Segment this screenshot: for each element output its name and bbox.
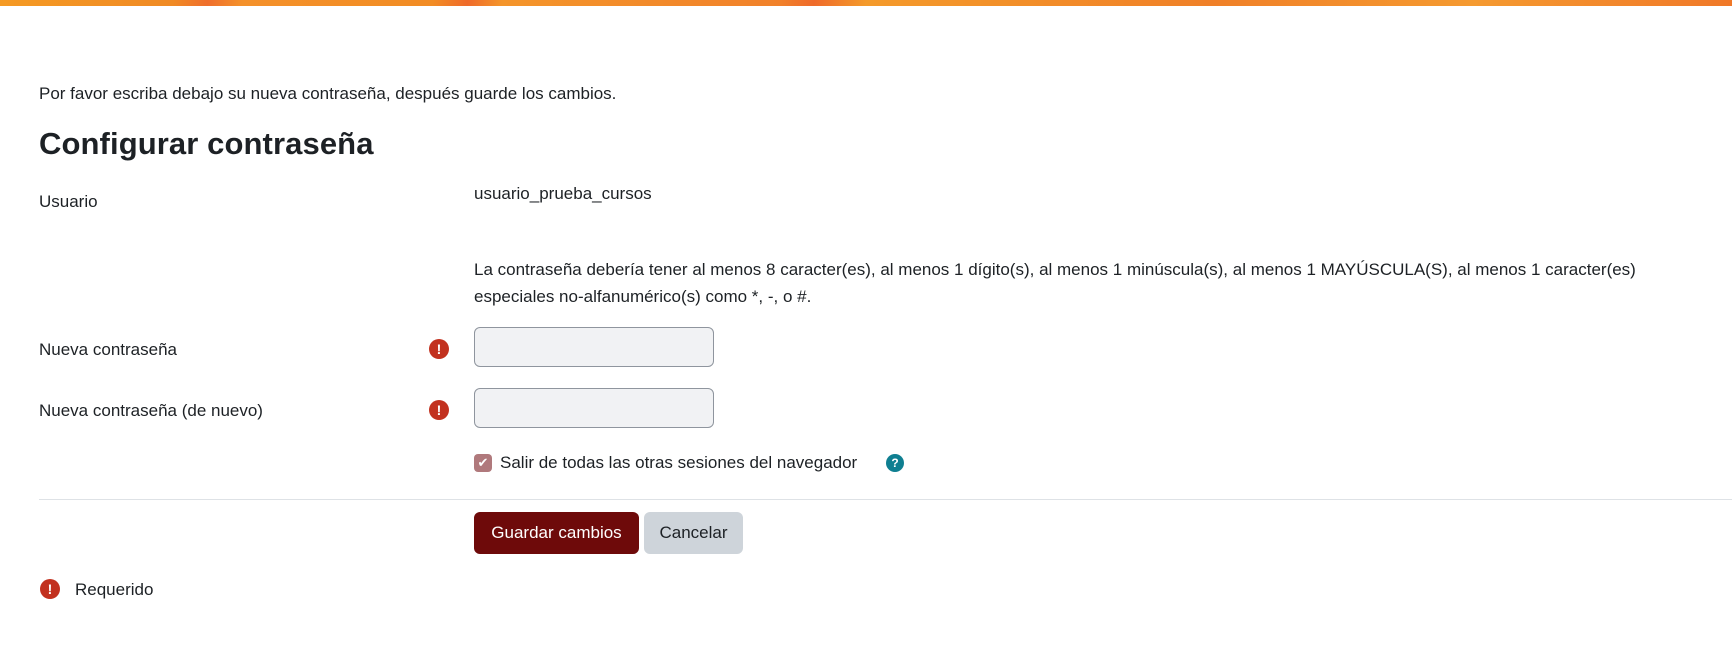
required-icon: !	[40, 579, 60, 599]
required-icon: !	[429, 400, 449, 420]
logout-others-checkbox[interactable]: ✔	[474, 454, 492, 472]
new-password-again-label: Nueva contraseña (de nuevo)	[39, 401, 263, 420]
help-icon[interactable]: ?	[886, 454, 904, 472]
new-password-again-input[interactable]	[474, 388, 714, 428]
username-value: usuario_prueba_cursos	[474, 184, 652, 203]
save-changes-button[interactable]: Guardar cambios	[474, 512, 639, 554]
cancel-button[interactable]: Cancelar	[644, 512, 743, 554]
new-password-label: Nueva contraseña	[39, 340, 177, 359]
new-password-input[interactable]	[474, 327, 714, 367]
required-legend: Requerido	[75, 580, 154, 599]
logout-others-label[interactable]: Salir de todas las otras sesiones del na…	[500, 453, 857, 473]
brand-accent-bar	[0, 0, 1732, 6]
username-label: Usuario	[39, 192, 98, 211]
check-icon: ✔	[477, 455, 489, 470]
password-policy-hint: La contraseña debería tener al menos 8 c…	[474, 260, 1636, 306]
form-divider	[39, 499, 1732, 500]
page-title: Configurar contraseña	[39, 126, 374, 161]
required-icon: !	[429, 339, 449, 359]
intro-text: Por favor escriba debajo su nueva contra…	[39, 84, 617, 103]
